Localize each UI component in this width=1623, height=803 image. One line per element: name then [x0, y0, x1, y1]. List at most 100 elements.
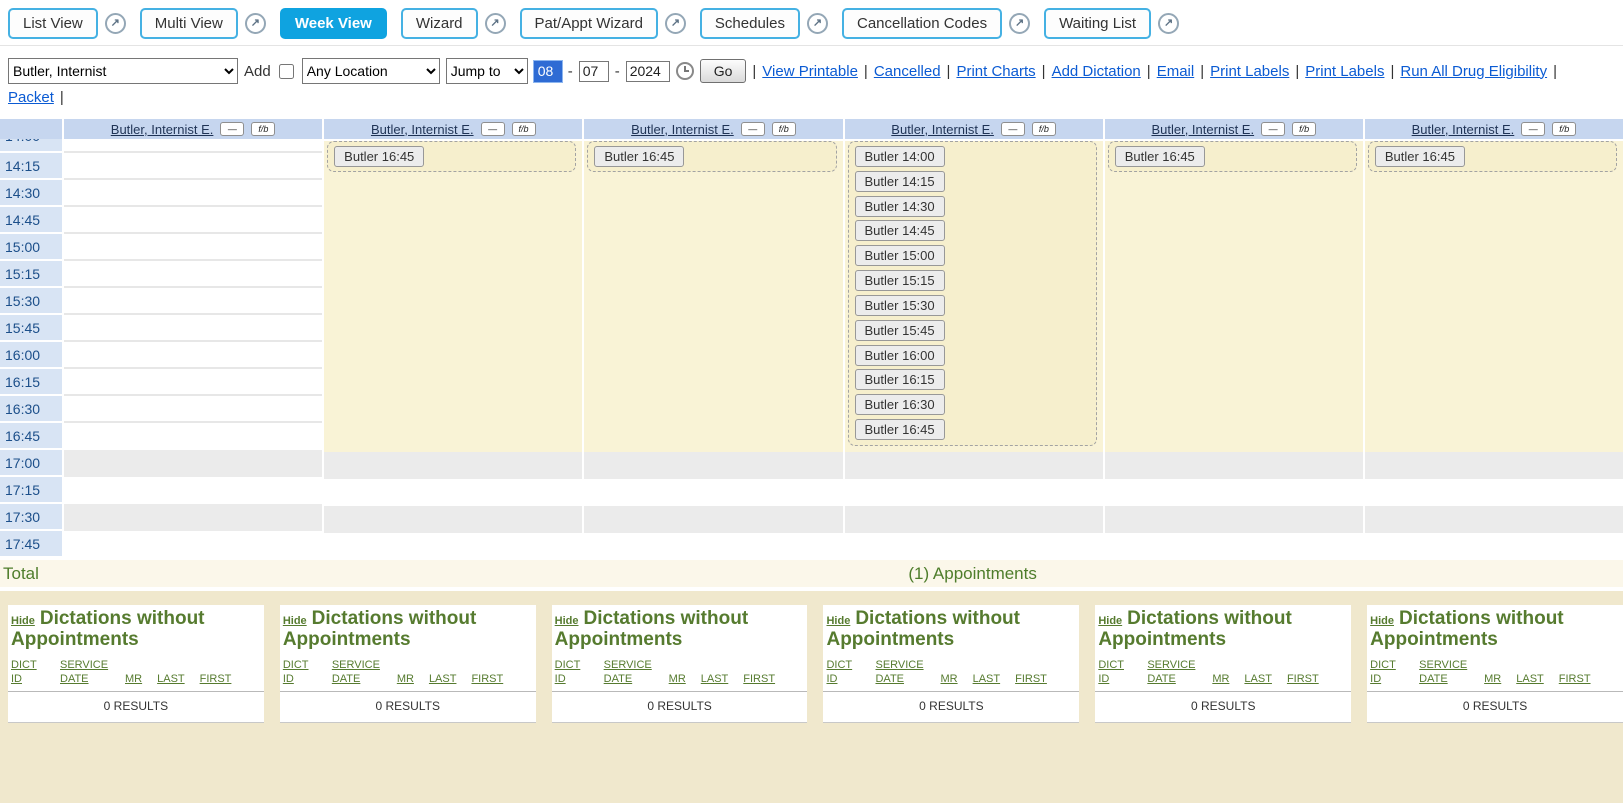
link-print-labels-2[interactable]: Print Labels	[1305, 63, 1384, 80]
open-new-window-icon[interactable]: ↗	[105, 13, 126, 34]
open-new-window-icon[interactable]: ↗	[485, 13, 506, 34]
tab-waiting-list[interactable]: Waiting List	[1044, 8, 1151, 39]
column-header-first[interactable]: FIRST	[1559, 672, 1591, 686]
column-header-first[interactable]: FIRST	[743, 672, 775, 686]
fb-button[interactable]: f/b	[512, 122, 536, 136]
link-add-dictation[interactable]: Add Dictation	[1052, 63, 1141, 80]
column-header-first[interactable]: FIRST	[1015, 672, 1047, 686]
column-header-mr[interactable]: MR	[1212, 672, 1229, 686]
link-print-charts[interactable]: Print Charts	[956, 63, 1035, 80]
column-header-dict-id[interactable]: DICT ID	[1370, 658, 1404, 687]
minimize-button[interactable]: —	[1001, 122, 1025, 136]
column-header-mr[interactable]: MR	[125, 672, 142, 686]
minimize-button[interactable]: —	[1521, 122, 1545, 136]
appointment-slot-button[interactable]: Butler 15:45	[855, 320, 945, 341]
provider-link[interactable]: Butler, Internist E.	[1151, 122, 1254, 137]
appointment-slot-button[interactable]: Butler 16:45	[334, 146, 424, 167]
appointment-slot-button[interactable]: Butler 16:00	[855, 345, 945, 366]
provider-link[interactable]: Butler, Internist E.	[111, 122, 214, 137]
column-header-first[interactable]: FIRST	[200, 672, 232, 686]
hide-link[interactable]: Hide	[826, 615, 850, 627]
appointment-slot-button[interactable]: Butler 14:15	[855, 171, 945, 192]
open-slots-area[interactable]: Butler 14:00 Butler 14:15 Butler 14:30 B…	[845, 141, 1103, 452]
column-header-last[interactable]: LAST	[157, 672, 185, 686]
column-header-last[interactable]: LAST	[1244, 672, 1272, 686]
add-checkbox[interactable]	[279, 64, 294, 79]
open-new-window-icon[interactable]: ↗	[1009, 13, 1030, 34]
minimize-button[interactable]: —	[481, 122, 505, 136]
fb-button[interactable]: f/b	[1032, 122, 1056, 136]
column-header-dict-id[interactable]: DICT ID	[826, 658, 860, 687]
column-header-dict-id[interactable]: DICT ID	[11, 658, 45, 687]
column-header-last[interactable]: LAST	[701, 672, 729, 686]
column-header-first[interactable]: FIRST	[1287, 672, 1319, 686]
minimize-button[interactable]: —	[1261, 122, 1285, 136]
open-slots-area[interactable]: Butler 16:45	[1105, 141, 1363, 452]
hide-link[interactable]: Hide	[1370, 615, 1394, 627]
provider-link[interactable]: Butler, Internist E.	[1412, 122, 1515, 137]
go-button[interactable]: Go	[700, 59, 747, 83]
open-new-window-icon[interactable]: ↗	[245, 13, 266, 34]
link-run-all-drug-eligibility[interactable]: Run All Drug Eligibility	[1400, 63, 1547, 80]
fb-button[interactable]: f/b	[251, 122, 275, 136]
column-header-mr[interactable]: MR	[1484, 672, 1501, 686]
date-year-input[interactable]	[626, 61, 670, 82]
date-day-input[interactable]	[579, 61, 609, 82]
appointment-slot-button[interactable]: Butler 16:45	[1375, 146, 1465, 167]
column-header-mr[interactable]: MR	[940, 672, 957, 686]
tab-schedules[interactable]: Schedules	[700, 8, 800, 39]
column-header-service-date[interactable]: SERVICE DATE	[60, 658, 110, 687]
appointment-slot-button[interactable]: Butler 16:45	[1115, 146, 1205, 167]
tab-list-view[interactable]: List View	[8, 8, 98, 39]
date-month-input[interactable]	[534, 61, 562, 82]
open-slots-area[interactable]: Butler 16:45	[584, 141, 842, 452]
column-header-dict-id[interactable]: DICT ID	[555, 658, 589, 687]
provider-link[interactable]: Butler, Internist E.	[371, 122, 474, 137]
tab-multi-view[interactable]: Multi View	[140, 8, 238, 39]
appointment-slot-button[interactable]: Butler 15:00	[855, 245, 945, 266]
appointment-slot-button[interactable]: Butler 14:00	[855, 146, 945, 167]
open-new-window-icon[interactable]: ↗	[1158, 13, 1179, 34]
hide-link[interactable]: Hide	[11, 615, 35, 627]
link-packet[interactable]: Packet	[8, 89, 54, 106]
column-header-last[interactable]: LAST	[1516, 672, 1544, 686]
appointment-slot-button[interactable]: Butler 14:30	[855, 196, 945, 217]
column-header-dict-id[interactable]: DICT ID	[1098, 658, 1132, 687]
column-header-service-date[interactable]: SERVICE DATE	[875, 658, 925, 687]
minimize-button[interactable]: —	[741, 122, 765, 136]
fb-button[interactable]: f/b	[1552, 122, 1576, 136]
clock-icon[interactable]	[676, 62, 694, 80]
open-slots-area[interactable]	[64, 139, 322, 450]
appointment-slot-button[interactable]: Butler 14:45	[855, 220, 945, 241]
hide-link[interactable]: Hide	[555, 615, 579, 627]
fb-button[interactable]: f/b	[1292, 122, 1316, 136]
link-print-labels[interactable]: Print Labels	[1210, 63, 1289, 80]
open-new-window-icon[interactable]: ↗	[665, 13, 686, 34]
provider-link[interactable]: Butler, Internist E.	[891, 122, 994, 137]
provider-select[interactable]: Butler, Internist	[8, 58, 238, 84]
open-slots-area[interactable]: Butler 16:45	[1365, 141, 1623, 452]
column-header-service-date[interactable]: SERVICE DATE	[604, 658, 654, 687]
column-header-service-date[interactable]: SERVICE DATE	[1147, 658, 1197, 687]
column-header-mr[interactable]: MR	[397, 672, 414, 686]
appointment-slot-button[interactable]: Butler 15:15	[855, 270, 945, 291]
tab-week-view[interactable]: Week View	[280, 8, 387, 39]
location-select[interactable]: Any Location	[302, 58, 440, 84]
column-header-mr[interactable]: MR	[669, 672, 686, 686]
link-email[interactable]: Email	[1157, 63, 1195, 80]
appointment-slot-button[interactable]: Butler 15:30	[855, 295, 945, 316]
tab-wizard[interactable]: Wizard	[401, 8, 478, 39]
appointment-slot-button[interactable]: Butler 16:45	[594, 146, 684, 167]
column-header-service-date[interactable]: SERVICE DATE	[1419, 658, 1469, 687]
link-cancelled[interactable]: Cancelled	[874, 63, 941, 80]
hide-link[interactable]: Hide	[283, 615, 307, 627]
jump-to-select[interactable]: Jump to	[446, 58, 528, 84]
column-header-last[interactable]: LAST	[429, 672, 457, 686]
tab-cancellation-codes[interactable]: Cancellation Codes	[842, 8, 1002, 39]
fb-button[interactable]: f/b	[772, 122, 796, 136]
appointment-slot-button[interactable]: Butler 16:30	[855, 394, 945, 415]
link-view-printable[interactable]: View Printable	[762, 63, 858, 80]
open-new-window-icon[interactable]: ↗	[807, 13, 828, 34]
appointment-slot-button[interactable]: Butler 16:45	[855, 419, 945, 440]
open-slots-area[interactable]: Butler 16:45	[324, 141, 582, 452]
